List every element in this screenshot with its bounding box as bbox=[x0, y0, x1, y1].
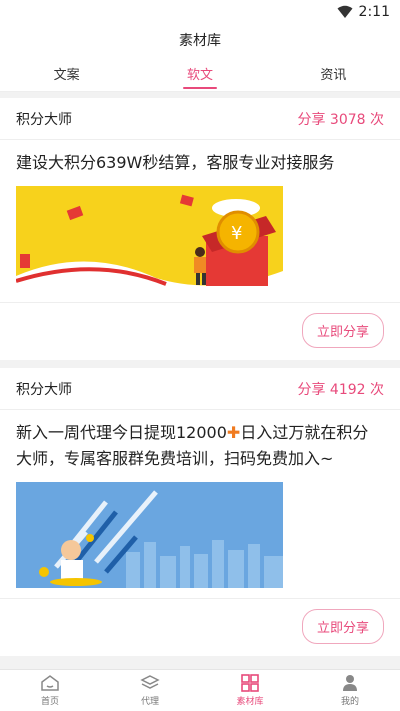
page-title: 素材库 bbox=[0, 24, 400, 56]
tab-news[interactable]: 资讯 bbox=[267, 56, 400, 91]
home-icon bbox=[41, 675, 59, 691]
grid-icon bbox=[241, 674, 259, 692]
layers-icon bbox=[140, 675, 160, 689]
plus-icon: ✚ bbox=[226, 423, 241, 442]
nav-item-mine[interactable]: 我的 bbox=[300, 670, 400, 711]
material-card: 积分大师 分享 3078 次 建设大积分639W秒结算，客服专业对接服务 ¥ 立… bbox=[0, 98, 400, 360]
card-header: 积分大师 分享 3078 次 bbox=[0, 98, 400, 140]
card-author: 积分大师 bbox=[16, 111, 72, 128]
card-header: 积分大师 分享 4192 次 bbox=[0, 368, 400, 410]
bottom-nav: 首页 代理 素材库 我的 bbox=[0, 669, 400, 711]
svg-text:¥: ¥ bbox=[231, 223, 242, 244]
nav-item-agent[interactable]: 代理 bbox=[100, 670, 200, 711]
share-now-button[interactable]: 立即分享 bbox=[301, 313, 384, 348]
card-text-part: 新入一周代理今日提现12000 bbox=[16, 423, 227, 442]
card-share-count: 分享 3078 次 bbox=[297, 111, 384, 128]
tab-soft-article[interactable]: 软文 bbox=[133, 56, 266, 91]
status-time: 2:11 bbox=[358, 4, 390, 20]
card-share-count: 分享 4192 次 bbox=[297, 381, 384, 398]
material-card: 积分大师 分享 4192 次 新入一周代理今日提现12000✚日入过万就在积分大… bbox=[0, 368, 400, 656]
wifi-icon bbox=[337, 5, 353, 18]
card-text: 建设大积分639W秒结算，客服专业对接服务 bbox=[16, 153, 335, 172]
card-author: 积分大师 bbox=[16, 381, 72, 398]
share-now-button[interactable]: 立即分享 bbox=[301, 609, 384, 644]
material-feed: 积分大师 分享 3078 次 建设大积分639W秒结算，客服专业对接服务 ¥ 立… bbox=[0, 98, 400, 664]
card-image: ¥ bbox=[16, 186, 283, 292]
nav-item-materials[interactable]: 素材库 bbox=[200, 670, 300, 711]
nav-label: 代理 bbox=[140, 697, 159, 707]
tab-bar: 文案 软文 资讯 bbox=[0, 56, 400, 92]
nav-item-home[interactable]: 首页 bbox=[0, 670, 100, 711]
nav-label: 首页 bbox=[40, 697, 59, 707]
status-bar: 2:11 bbox=[0, 0, 400, 24]
user-icon bbox=[343, 675, 357, 691]
nav-label: 素材库 bbox=[236, 697, 264, 707]
tab-copywriting[interactable]: 文案 bbox=[0, 56, 133, 91]
nav-label: 我的 bbox=[340, 697, 359, 707]
card-image bbox=[16, 482, 283, 588]
card-text: 新入一周代理今日提现12000✚日入过万就在积分大师，专属客服群免费培训，扫码免… bbox=[16, 420, 384, 472]
